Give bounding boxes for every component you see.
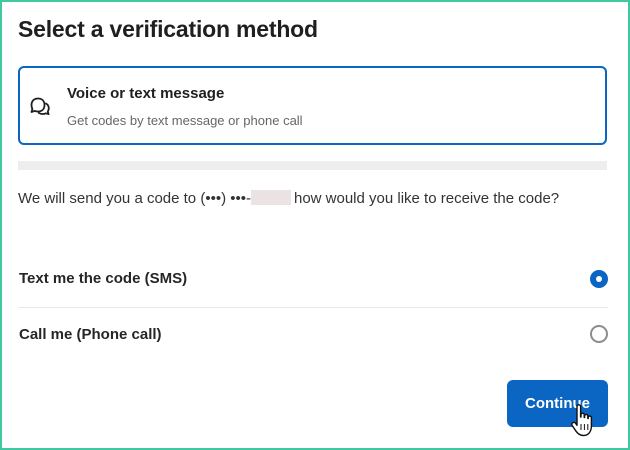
option-call-label: Call me (Phone call) <box>19 326 162 343</box>
verification-method-card[interactable]: Voice or text message Get codes by text … <box>18 66 607 145</box>
verification-dialog: Select a verification method Voice or te… <box>0 0 630 450</box>
redacted-phone-digits <box>250 190 291 205</box>
method-subtitle: Get codes by text message or phone call <box>67 113 303 128</box>
option-phone-call[interactable]: Call me (Phone call) <box>18 307 608 363</box>
option-sms[interactable]: Text me the code (SMS) <box>18 251 608 307</box>
sms-radio-selected[interactable] <box>590 270 608 288</box>
info-text-suffix: how would you like to receive the code? <box>293 190 560 207</box>
info-text: We will send you a code to (•••) •••- how… <box>18 187 598 211</box>
call-radio[interactable] <box>590 325 608 343</box>
continue-button[interactable]: Continue <box>507 380 608 427</box>
info-text-prefix: We will send you a code to (•••) •••- <box>18 190 251 207</box>
option-sms-label: Text me the code (SMS) <box>19 270 188 287</box>
method-title: Voice or text message <box>67 85 225 102</box>
section-divider <box>18 161 607 170</box>
page-title: Select a verification method <box>18 16 318 42</box>
chat-bubbles-icon <box>30 97 50 116</box>
